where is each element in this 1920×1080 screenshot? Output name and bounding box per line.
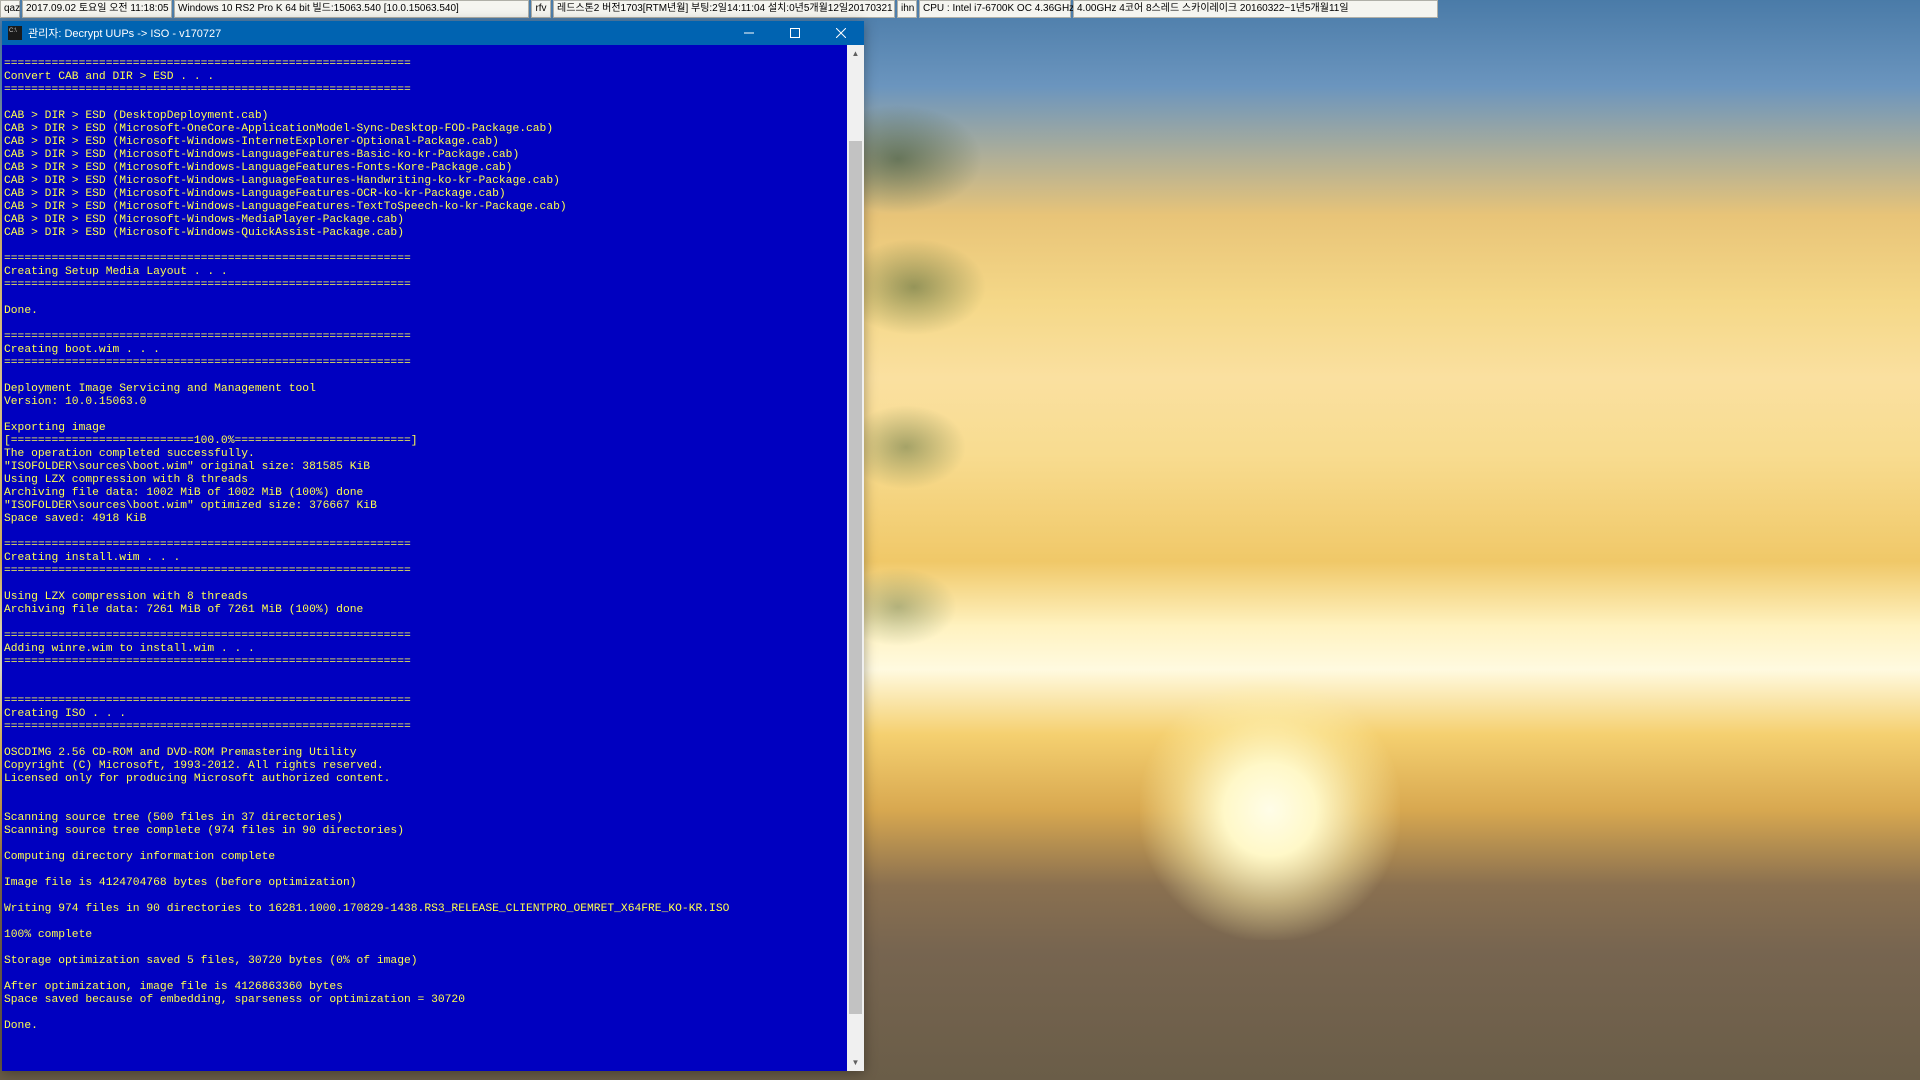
console-output: ========================================… bbox=[2, 45, 847, 1071]
close-button[interactable] bbox=[818, 21, 864, 45]
scroll-down-arrow[interactable]: ▼ bbox=[847, 1054, 864, 1071]
window-title: 관리자: Decrypt UUPs -> ISO - v170727 bbox=[28, 25, 726, 41]
wallpaper-sun bbox=[1140, 680, 1400, 940]
vertical-scrollbar[interactable]: ▲ ▼ bbox=[847, 45, 864, 1071]
info-label-1: qaz bbox=[0, 0, 20, 18]
wallpaper-palm bbox=[850, 95, 1010, 735]
info-os-build: Windows 10 RS2 Pro K 64 bit 빌드:15063.540… bbox=[174, 0, 529, 18]
scroll-up-arrow[interactable]: ▲ bbox=[847, 45, 864, 62]
desktop-info-bar: qaz 2017.09.02 토요일 오전 11:18:05 Windows 1… bbox=[0, 0, 1920, 18]
info-cpu-detail: 4.00GHz 4코어 8스레드 스카이레이크 20160322~1년5개월11… bbox=[1073, 0, 1438, 18]
minimize-button[interactable] bbox=[726, 21, 772, 45]
info-label-2: rfv bbox=[531, 0, 551, 18]
info-datetime: 2017.09.02 토요일 오전 11:18:05 bbox=[22, 0, 172, 18]
info-label-3: ihn bbox=[897, 0, 917, 18]
maximize-button[interactable] bbox=[772, 21, 818, 45]
info-redstone: 레드스톤2 버전1703[RTM년월] 부팅:2일14:11:04 설치:0년5… bbox=[553, 0, 895, 18]
cmd-window: 관리자: Decrypt UUPs -> ISO - v170727 =====… bbox=[2, 21, 864, 1071]
scroll-thumb[interactable] bbox=[849, 141, 862, 1014]
cmd-icon bbox=[8, 26, 22, 40]
titlebar[interactable]: 관리자: Decrypt UUPs -> ISO - v170727 bbox=[2, 21, 864, 45]
scroll-track[interactable] bbox=[847, 62, 864, 1054]
info-cpu: CPU : Intel i7-6700K OC 4.36GHz bbox=[919, 0, 1071, 18]
